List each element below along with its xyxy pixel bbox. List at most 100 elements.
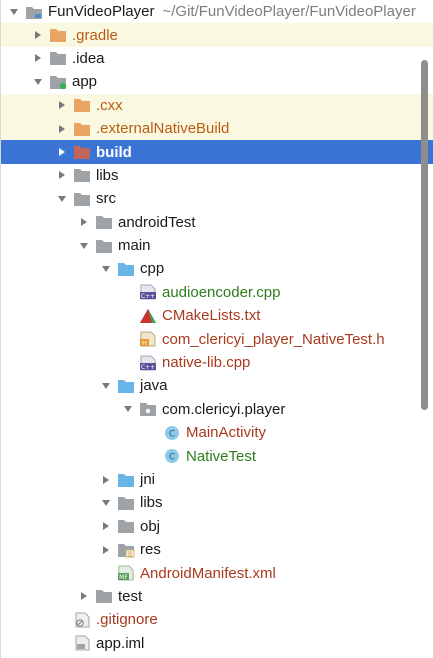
chevron-right-icon[interactable] [99, 473, 113, 487]
tree-item-java[interactable]: java [1, 374, 433, 397]
folder-orange-icon [73, 97, 91, 113]
package-icon [139, 401, 157, 417]
tree-item-audioencoder-cpp[interactable]: C++ audioencoder.cpp [1, 281, 433, 304]
tree-item-label: MainActivity [186, 424, 267, 442]
tree-item-label: app.iml [96, 634, 145, 652]
tree-item-build[interactable]: build [1, 140, 433, 164]
tree-item-label: res [140, 541, 161, 559]
svg-text:MF: MF [119, 574, 128, 581]
tree-item-project-root[interactable]: FunVideoPlayer ~/Git/FunVideoPlayer/FunV… [1, 0, 433, 23]
folder-icon [95, 238, 113, 254]
chevron-right-icon[interactable] [99, 519, 113, 533]
tree-item-label: .gradle [72, 26, 118, 44]
chevron-right-icon[interactable] [99, 543, 113, 557]
tree-item-cmakelists[interactable]: CMakeLists.txt [1, 304, 433, 327]
chevron-down-icon[interactable] [7, 5, 21, 19]
project-path: ~/Git/FunVideoPlayer/FunVideoPlayer [162, 3, 416, 21]
tree-item-libs[interactable]: libs [1, 164, 433, 187]
tree-item-package[interactable]: com.clericyi.player [1, 398, 433, 421]
folder-orange-icon [49, 27, 67, 43]
folder-icon [73, 191, 91, 207]
vertical-scrollbar[interactable] [421, 60, 428, 410]
svg-text:C: C [169, 429, 175, 439]
folder-icon [95, 214, 113, 230]
tree-item-label: AndroidManifest.xml [140, 564, 276, 582]
tree-item-res[interactable]: res [1, 538, 433, 561]
tree-item-gitignore[interactable]: .gitignore [1, 608, 433, 631]
chevron-down-icon[interactable] [77, 239, 91, 253]
chevron-right-icon[interactable] [77, 215, 91, 229]
tree-item-label: com.clericyi.player [162, 400, 286, 418]
tree-item-cpp[interactable]: cpp [1, 257, 433, 280]
svg-text:C++: C++ [141, 293, 155, 300]
tree-item-obj[interactable]: obj [1, 515, 433, 538]
tree-item-test[interactable]: test [1, 585, 433, 608]
tree-item-app[interactable]: app [1, 70, 433, 93]
class-icon: C [163, 425, 181, 441]
chevron-right-icon[interactable] [55, 98, 69, 112]
chevron-down-icon[interactable] [31, 75, 45, 89]
tree-item-label: libs [140, 494, 163, 512]
cpp-file-icon: C++ [139, 355, 157, 371]
header-file-icon: H [139, 331, 157, 347]
chevron-right-icon[interactable] [77, 589, 91, 603]
tree-item-label: src [96, 190, 116, 208]
project-name: FunVideoPlayer [48, 3, 155, 21]
chevron-right-icon[interactable] [31, 51, 45, 65]
tree-item-native-test-header[interactable]: H com_clericyi_player_NativeTest.h [1, 327, 433, 350]
tree-item-app-iml[interactable]: app.iml [1, 632, 433, 655]
source-folder-icon [117, 472, 135, 488]
tree-item-label: androidTest [118, 213, 196, 231]
folder-icon [117, 495, 135, 511]
manifest-file-icon: MF [117, 565, 135, 581]
tree-item-idea[interactable]: .idea [1, 47, 433, 70]
folder-icon [73, 167, 91, 183]
chevron-down-icon[interactable] [99, 379, 113, 393]
svg-text:C: C [169, 453, 175, 463]
tree-item-label: native-lib.cpp [162, 354, 251, 372]
folder-orange-icon [73, 121, 91, 137]
tree-item-native-test[interactable]: C NativeTest [1, 444, 433, 467]
tree-item-android-manifest[interactable]: MF AndroidManifest.xml [1, 561, 433, 584]
tree-item-label: .cxx [96, 96, 123, 114]
folder-icon [95, 588, 113, 604]
chevron-down-icon[interactable] [121, 402, 135, 416]
tree-item-label: NativeTest [186, 447, 257, 465]
tree-item-external-native-build[interactable]: .externalNativeBuild [1, 116, 433, 141]
tree-item-label: jni [140, 471, 156, 488]
tree-item-label: audioencoder.cpp [162, 283, 281, 301]
tree-item-label: libs [96, 166, 119, 184]
chevron-down-icon[interactable] [55, 192, 69, 206]
tree-item-main[interactable]: main [1, 234, 433, 257]
tree-item-main-libs[interactable]: libs [1, 491, 433, 514]
project-panel: FunVideoPlayer ~/Git/FunVideoPlayer/FunV… [0, 0, 434, 658]
cmake-icon [139, 308, 157, 324]
tree-item-android-test[interactable]: androidTest [1, 211, 433, 234]
svg-text:C++: C++ [141, 364, 155, 371]
tree-item-cxx[interactable]: .cxx [1, 93, 433, 117]
folder-icon [49, 50, 67, 66]
chevron-right-icon[interactable] [55, 122, 69, 136]
chevron-down-icon[interactable] [99, 496, 113, 510]
tree-item-label: test [118, 587, 143, 605]
tree-item-src[interactable]: src [1, 187, 433, 210]
tree-item-label: .idea [72, 49, 105, 67]
gitignore-file-icon [73, 612, 91, 628]
tree-item-label: com_clericyi_player_NativeTest.h [162, 330, 385, 348]
chevron-down-icon[interactable] [99, 262, 113, 276]
tree-item-jni[interactable]: jni [1, 468, 433, 491]
tree-item-main-activity[interactable]: C MainActivity [1, 421, 433, 444]
tree-item-label: app [72, 73, 98, 91]
project-tree: FunVideoPlayer ~/Git/FunVideoPlayer/FunV… [1, 0, 433, 655]
tree-item-label: cpp [140, 260, 165, 278]
tree-item-label: main [118, 237, 151, 255]
tree-item-label: build [96, 143, 132, 161]
chevron-right-icon[interactable] [55, 168, 69, 182]
module-folder-icon [25, 4, 43, 20]
resource-folder-icon [117, 542, 135, 558]
chevron-right-icon[interactable] [55, 145, 69, 159]
tree-item-gradle[interactable]: .gradle [1, 23, 433, 47]
chevron-right-icon[interactable] [31, 28, 45, 42]
tree-item-label: CMakeLists.txt [162, 307, 261, 325]
tree-item-native-lib-cpp[interactable]: C++ native-lib.cpp [1, 351, 433, 374]
